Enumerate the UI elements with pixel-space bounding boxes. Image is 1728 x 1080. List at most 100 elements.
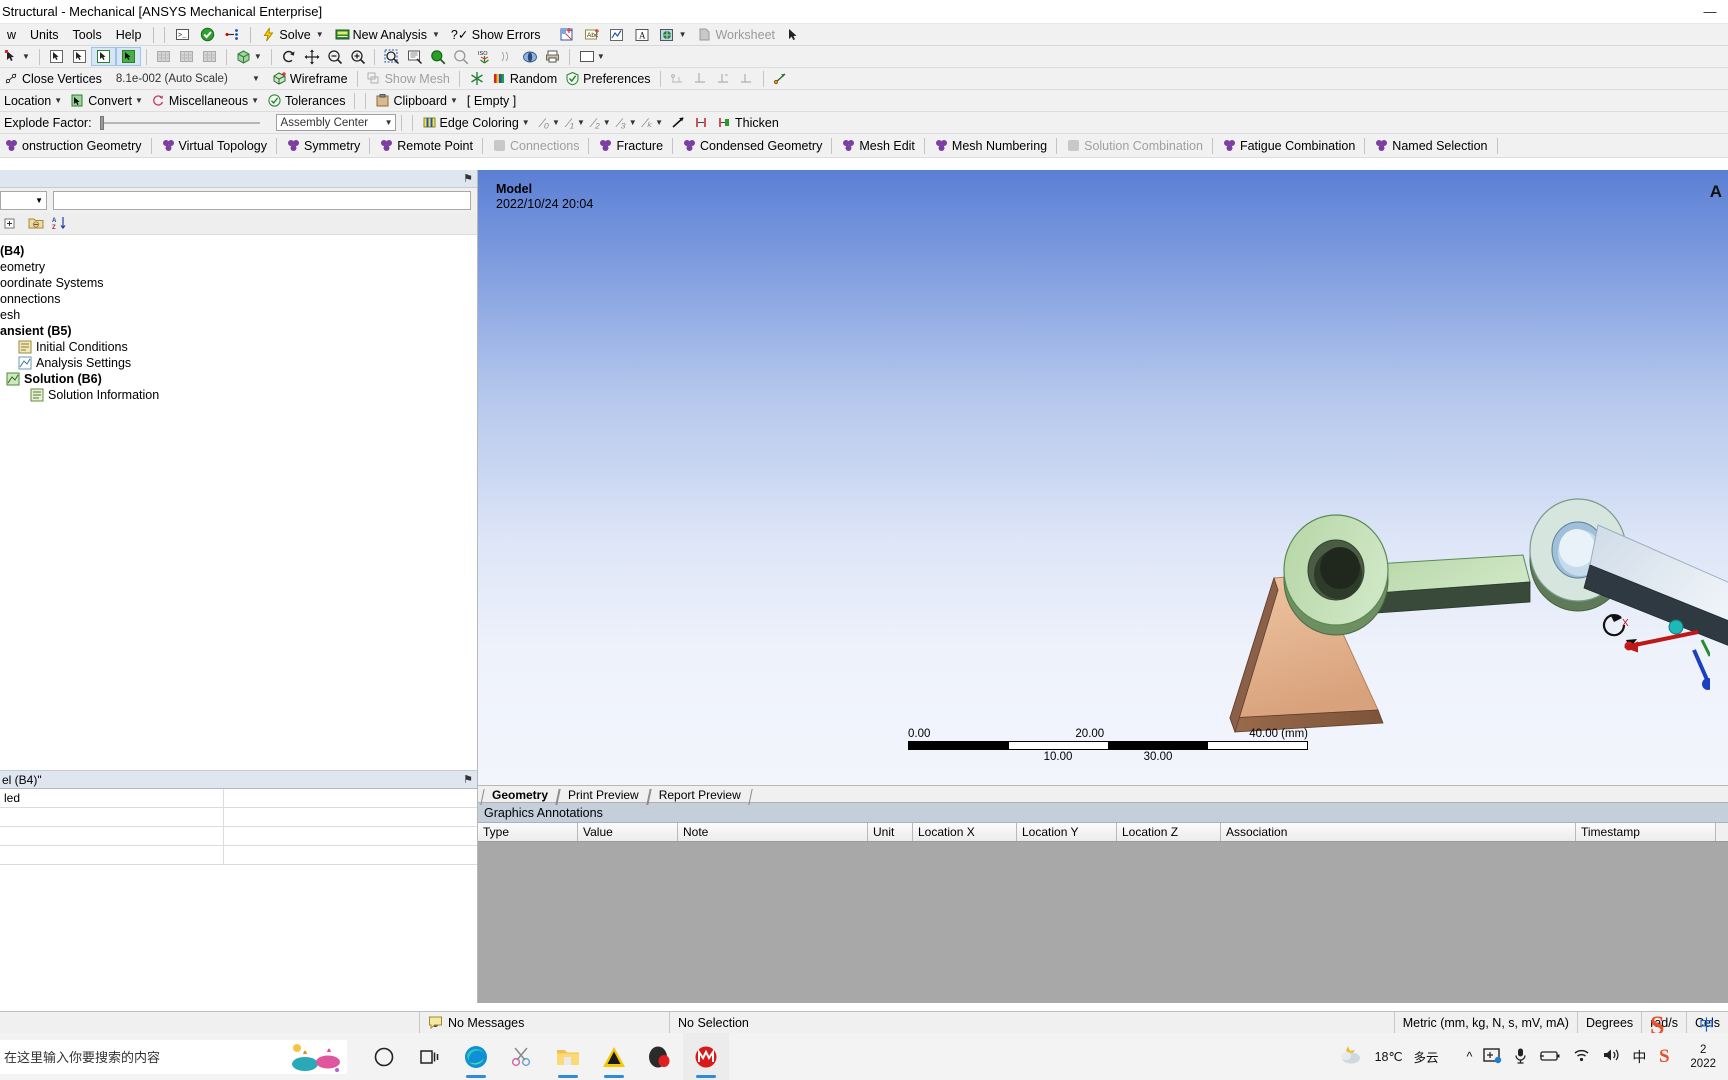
details-row-value[interactable] <box>224 808 477 826</box>
details-row-value[interactable] <box>224 827 477 845</box>
zoom-in-button[interactable] <box>346 48 369 65</box>
ime-chinese-icon[interactable]: 中 <box>1632 1047 1646 1067</box>
tree-node[interactable]: onnections <box>0 291 477 307</box>
condensed-geometry-button[interactable]: Condensed Geometry <box>678 137 826 154</box>
preferences-button[interactable]: Preferences <box>561 70 654 87</box>
opera-icon[interactable] <box>637 1033 683 1080</box>
named-selection-button[interactable]: Named Selection <box>1370 137 1491 154</box>
taskbar-clock[interactable]: 2 2022 <box>1690 1043 1720 1071</box>
zoom-out-button[interactable] <box>323 48 346 65</box>
minimize-button[interactable]: — <box>1692 0 1728 24</box>
task-view-icon[interactable] <box>407 1033 453 1080</box>
section-plane-button[interactable] <box>769 70 792 87</box>
annotation-min-button[interactable] <box>666 70 689 87</box>
weather-icon[interactable] <box>1338 1044 1364 1069</box>
annotations-column-header[interactable]: Location Y <box>1017 823 1117 841</box>
validate-button[interactable] <box>195 26 220 43</box>
details-row[interactable]: led <box>0 789 477 808</box>
details-pane[interactable]: led <box>0 788 477 1003</box>
remote-point-button[interactable]: Remote Point <box>375 137 477 154</box>
body-select-button[interactable] <box>115 47 141 66</box>
thickness-toggle-button[interactable] <box>690 114 713 131</box>
battery-tray-icon[interactable] <box>1539 1048 1561 1066</box>
virtual-topology-button[interactable]: Virtual Topology <box>157 137 272 154</box>
tree-node[interactable]: Initial Conditions <box>0 339 477 355</box>
explode-factor-slider[interactable] <box>99 115 260 130</box>
viewports-button[interactable] <box>518 48 541 65</box>
miscellaneous-button[interactable]: Miscellaneous ▼ <box>147 92 263 109</box>
symmetry-button[interactable]: Symmetry <box>282 137 364 154</box>
cursor-info-button[interactable] <box>780 26 805 43</box>
thickness-2-button[interactable]: ∕₂ ▼ <box>589 115 615 131</box>
tree-node[interactable]: (B4) <box>0 243 477 259</box>
new-analysis-dropdown-caret[interactable]: ▼ <box>432 30 440 39</box>
image-capture-button[interactable] <box>654 26 679 43</box>
image-dropdown-caret[interactable]: ▼ <box>679 30 687 39</box>
ansys-workbench-icon[interactable] <box>591 1033 637 1080</box>
windows-search-box[interactable]: 在这里输入你要搜索的内容 <box>0 1039 347 1074</box>
outline-tree[interactable]: (B4) eometry oordinate Systems onnections es… <box>0 235 477 770</box>
details-row-value[interactable] <box>224 846 477 864</box>
print-preview-button[interactable] <box>541 48 564 65</box>
viewport-tab-report-preview[interactable]: Report Preview <box>647 788 753 805</box>
face-select-button[interactable] <box>90 47 116 66</box>
3d-viewport[interactable]: Model 2022/10/24 20:04 A 0.00 20.00 40.0… <box>478 170 1728 785</box>
details-row-value[interactable] <box>224 789 477 807</box>
mechanical-icon[interactable] <box>683 1033 729 1080</box>
select-mode-button[interactable]: ▼ <box>0 48 34 65</box>
annotations-column-header[interactable]: Location X <box>913 823 1017 841</box>
fracture-button[interactable]: Fracture <box>594 137 667 154</box>
new-analysis-button[interactable]: New Analysis <box>330 26 432 43</box>
annotations-column-header[interactable]: Timestamp <box>1576 823 1716 841</box>
new-chart-button[interactable] <box>554 26 579 43</box>
thickness-view-button[interactable] <box>465 70 488 87</box>
microphone-tray-icon[interactable] <box>1513 1047 1528 1067</box>
convert-button[interactable]: Convert ▼ <box>66 92 147 109</box>
auto-scale-combo[interactable]: 8.1e-002 (Auto Scale) ▼ <box>112 70 262 87</box>
iso-view-button[interactable]: ISO <box>472 48 495 65</box>
outline-pin-icon[interactable]: ⚑ <box>463 172 473 185</box>
menu-tools[interactable]: Tools <box>66 26 109 44</box>
thickness-k-button[interactable]: ∕ₖ ▼ <box>641 114 667 131</box>
sort-az-icon[interactable]: AZ <box>52 216 67 231</box>
details-row[interactable] <box>0 808 477 827</box>
location-button[interactable]: Location ▼ <box>0 93 66 109</box>
tree-node[interactable]: esh <box>0 307 477 323</box>
construction-geometry-button[interactable]: onstruction Geometry <box>0 137 146 154</box>
rotate-button[interactable] <box>277 48 300 65</box>
status-messages-cell[interactable]: 0 No Messages <box>420 1011 670 1034</box>
snipping-tool-icon[interactable] <box>499 1033 545 1080</box>
tree-node[interactable]: eometry <box>0 259 477 275</box>
annotations-column-header[interactable]: Unit <box>868 823 913 841</box>
details-row[interactable] <box>0 846 477 865</box>
annotations-body[interactable] <box>478 842 1728 1003</box>
annotations-column-header[interactable]: Association <box>1221 823 1576 841</box>
solve-dropdown-caret[interactable]: ▼ <box>316 30 324 39</box>
menu-units[interactable]: Units <box>23 26 65 44</box>
tree-node[interactable]: oordinate Systems <box>0 275 477 291</box>
ime-status-icon[interactable]: 中 <box>1699 1014 1714 1035</box>
new-comment-button[interactable]: Abc <box>579 26 604 43</box>
expand-all-icon[interactable] <box>4 216 19 231</box>
clipboard-button[interactable]: Clipboard ▼ <box>371 92 461 109</box>
annotations-column-header[interactable]: Value <box>578 823 678 841</box>
command-window-button[interactable]: >_ <box>170 26 195 43</box>
viewport-tab-geometry[interactable]: Geometry <box>480 788 560 805</box>
random-colors-button[interactable]: Random <box>488 70 561 87</box>
thickness-3-button[interactable]: ∕₃ ▼ <box>615 115 641 131</box>
new-annotation-button[interactable]: A <box>629 26 654 43</box>
filter-type-combo[interactable]: ▼ <box>0 191 47 210</box>
show-hidden-icons-chevron[interactable]: ^ <box>1467 1050 1473 1064</box>
thicken-button[interactable]: Thicken <box>713 114 783 131</box>
wireframe-button[interactable]: Wireframe <box>268 70 352 87</box>
annotations-column-header[interactable]: Type <box>478 823 578 841</box>
menu-view[interactable]: w <box>0 26 23 44</box>
coordinate-triad[interactable]: X <box>1620 610 1710 690</box>
sogou-icon[interactable]: S <box>1657 1044 1679 1069</box>
tree-node[interactable]: Solution (B6) <box>0 371 477 387</box>
solve-button[interactable]: Solve <box>256 26 315 43</box>
tree-node[interactable]: Analysis Settings <box>0 355 477 371</box>
filter-text-input[interactable] <box>53 191 471 210</box>
edge-select-button[interactable] <box>68 48 91 65</box>
arrow-thicken-button[interactable] <box>667 114 690 131</box>
